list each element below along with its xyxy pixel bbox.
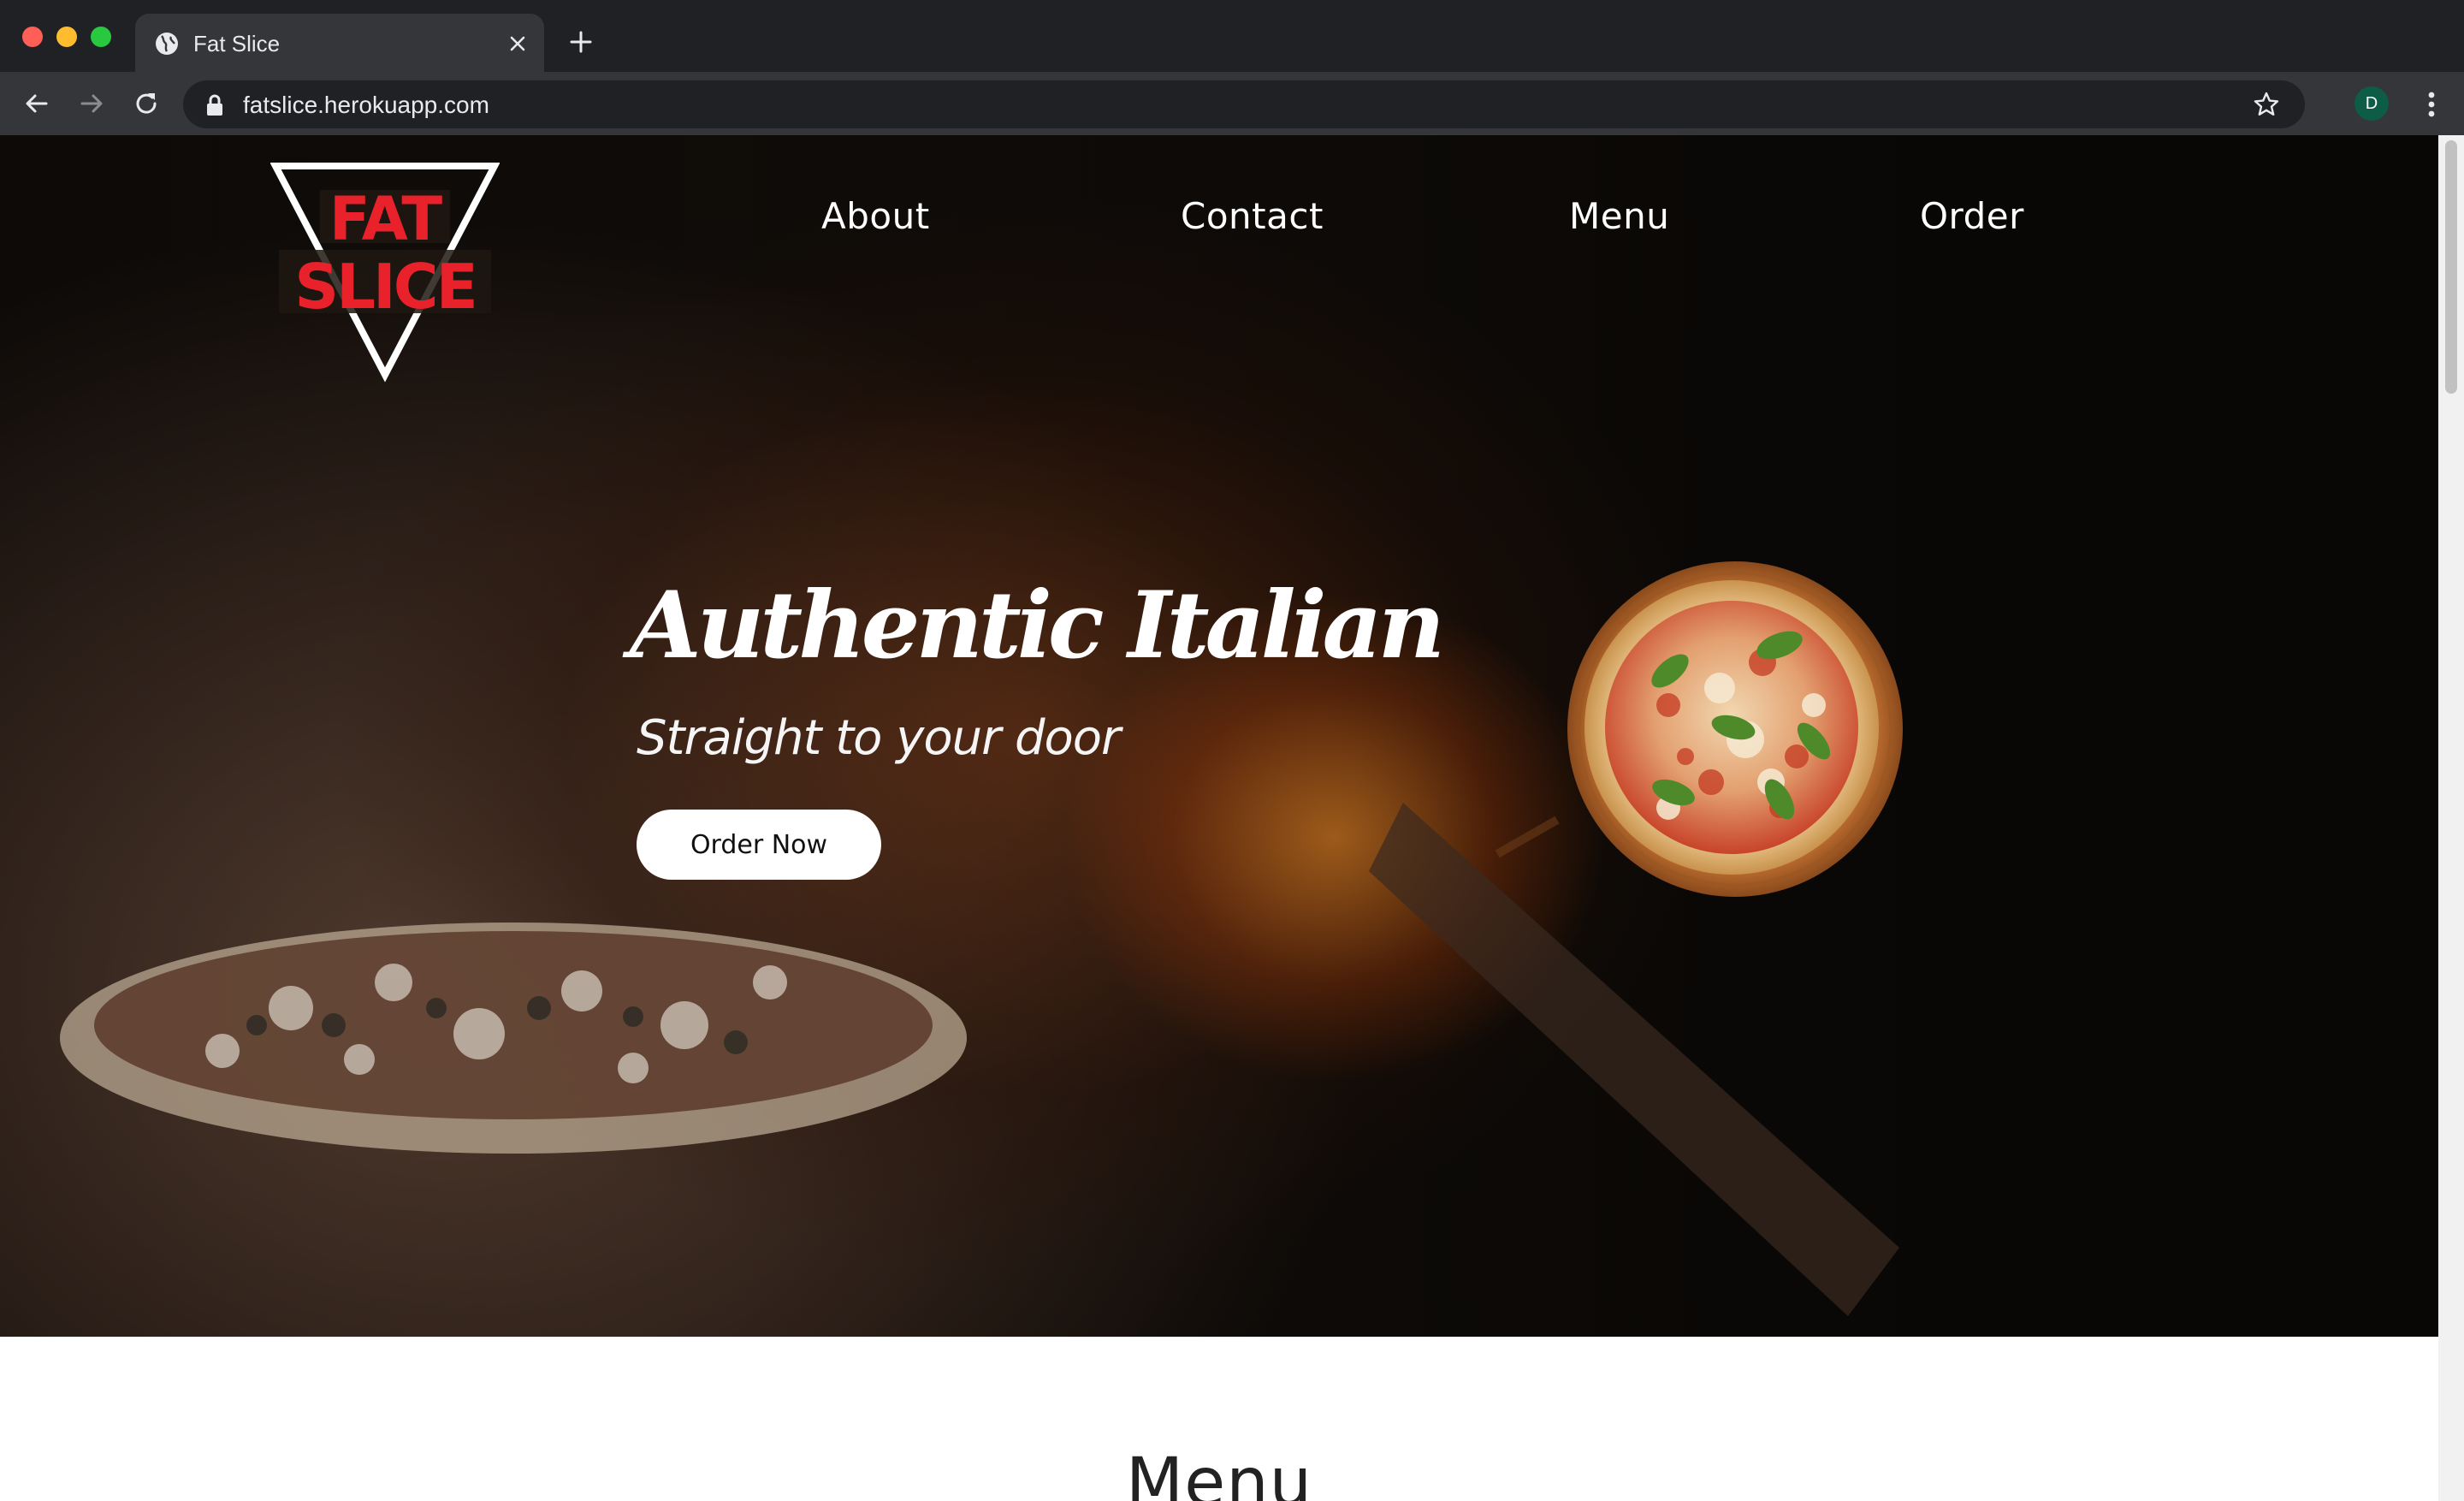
nav-link-about[interactable]: About <box>821 195 930 237</box>
close-window-button[interactable] <box>22 27 43 47</box>
minimize-window-button[interactable] <box>56 27 77 47</box>
forward-arrow-icon[interactable] <box>77 89 106 118</box>
close-icon[interactable] <box>506 33 529 55</box>
page-scrollbar[interactable] <box>2438 135 2464 1501</box>
page-viewport: FAT SLICE About Contact Menu Order Authe… <box>0 135 2464 1501</box>
maximize-window-button[interactable] <box>91 27 111 47</box>
svg-text:SLICE: SLICE <box>294 251 476 323</box>
scrollbar-thumb[interactable] <box>2445 140 2457 394</box>
browser-toolbar: fatslice.herokuapp.com D <box>0 72 2464 135</box>
svg-text:FAT: FAT <box>329 184 443 254</box>
background-pizza-image <box>60 923 967 1154</box>
order-now-button[interactable]: Order Now <box>637 810 881 880</box>
hero-title: Authentic Italian <box>630 572 1445 679</box>
tab-title: Fat Slice <box>193 31 281 56</box>
nav-link-order[interactable]: Order <box>1920 195 2024 237</box>
hero-subtitle: Straight to your door <box>637 710 1121 766</box>
bookmark-star-icon[interactable] <box>2252 90 2281 119</box>
new-tab-icon[interactable] <box>568 29 594 55</box>
fat-slice-logo[interactable]: FAT SLICE <box>270 161 500 383</box>
more-menu-icon[interactable] <box>2414 87 2449 122</box>
reload-icon[interactable] <box>132 89 161 118</box>
lock-icon[interactable] <box>205 94 224 116</box>
browser-tab-active[interactable]: Fat Slice <box>135 14 544 72</box>
globe-icon <box>156 33 178 55</box>
url-text[interactable]: fatslice.herokuapp.com <box>243 92 489 119</box>
pizza-image <box>1567 561 1903 897</box>
browser-tabstrip: Fat Slice <box>0 0 2464 72</box>
profile-avatar[interactable]: D <box>2354 86 2389 121</box>
address-bar[interactable]: fatslice.herokuapp.com <box>183 80 2305 128</box>
back-arrow-icon[interactable] <box>22 89 51 118</box>
menu-section-heading: Menu <box>1125 1445 1313 1501</box>
hero-section: FAT SLICE About Contact Menu Order Authe… <box>0 135 2438 1337</box>
nav-link-menu[interactable]: Menu <box>1569 195 1669 237</box>
nav-link-contact[interactable]: Contact <box>1181 195 1324 237</box>
